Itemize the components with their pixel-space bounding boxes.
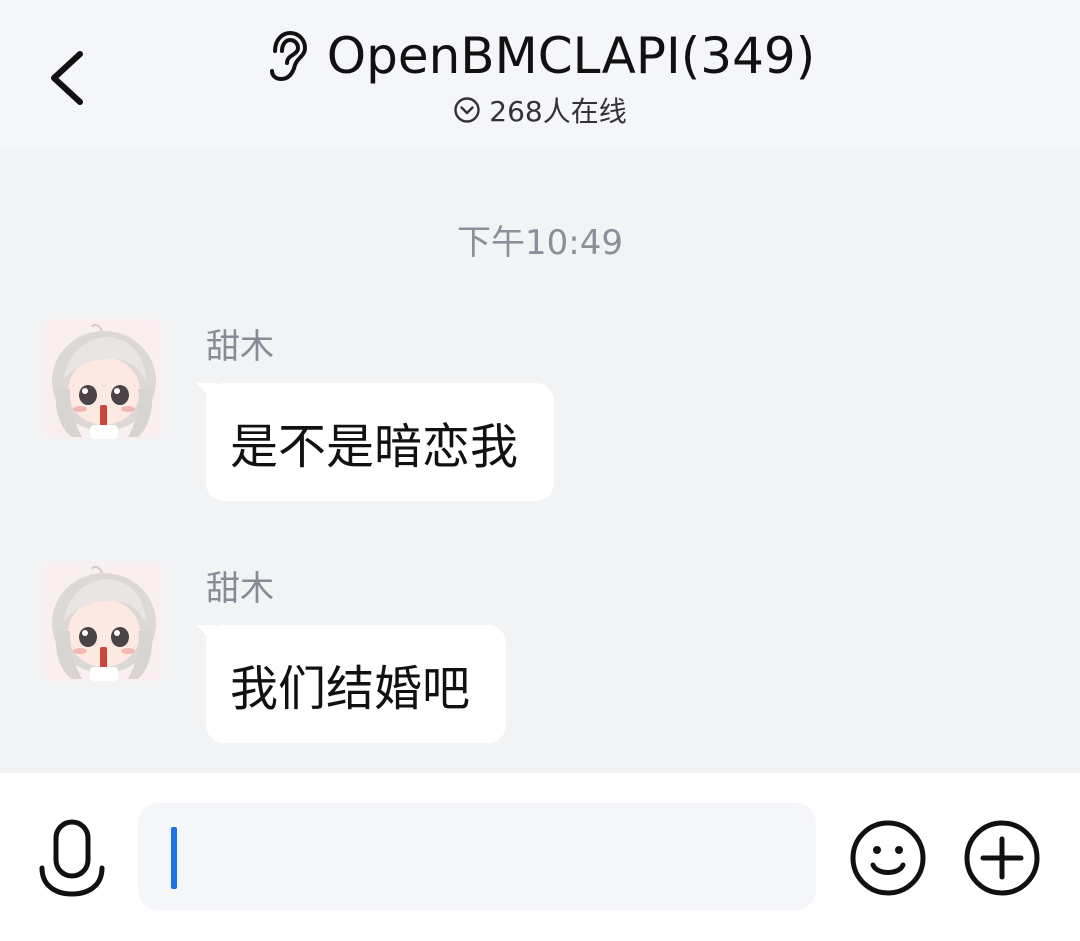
message-bubble[interactable]: 是不是暗恋我 — [206, 383, 555, 501]
online-count: 268人在线 — [489, 95, 627, 128]
message-input[interactable] — [138, 803, 816, 910]
avatar-image — [42, 561, 162, 681]
message-bubble[interactable]: 我们结婚吧 — [206, 625, 507, 743]
input-bar — [0, 773, 1080, 941]
anime-avatar[interactable] — [42, 319, 162, 439]
ear-icon[interactable] — [265, 29, 309, 83]
online-status[interactable]: 268人在线 — [0, 90, 1080, 130]
chat-header: OpenBMCLAPI(349) 268人在线 — [0, 0, 1080, 150]
anime-avatar[interactable] — [42, 561, 162, 681]
emoji-icon — [850, 820, 926, 896]
group-title: OpenBMCLAPI(349) — [326, 27, 816, 85]
avatar-image — [42, 319, 162, 439]
voice-button[interactable] — [36, 818, 108, 898]
message-timestamp: 下午10:49 — [457, 223, 623, 263]
chat-screen: OpenBMCLAPI(349) 268人在线 下午10:49 甜木 是不是暗恋… — [0, 0, 1080, 941]
more-button[interactable] — [963, 819, 1041, 897]
chevron-down-circle-icon — [454, 97, 480, 123]
title-row: OpenBMCLAPI(349) — [0, 26, 1080, 86]
plus-icon — [964, 820, 1040, 896]
text-caret — [171, 827, 177, 889]
emoji-button[interactable] — [849, 819, 927, 897]
microphone-icon — [39, 819, 105, 897]
sender-name: 甜木 — [206, 569, 274, 609]
sender-name: 甜木 — [206, 327, 274, 367]
